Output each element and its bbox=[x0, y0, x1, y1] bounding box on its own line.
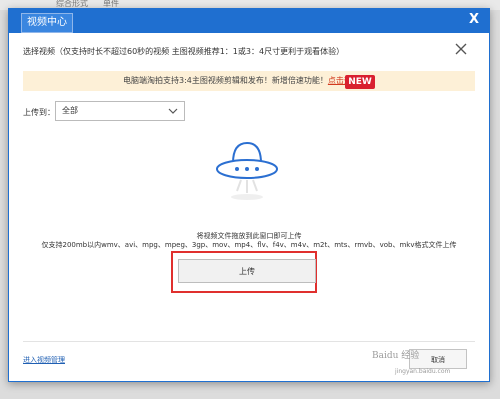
supported-formats-text: 仅支持200mb以内wmv、avi、mpg、mpeg、3gp、mov、mp4、f… bbox=[41, 241, 457, 249]
new-badge: NEW bbox=[345, 75, 375, 89]
close-icon[interactable] bbox=[453, 41, 469, 57]
watermark-brand: Baidu 经验 bbox=[372, 351, 420, 361]
notice-banner: 电脑端淘拍支持3:4主图视频剪辑和发布！新增倍速功能！点击查看 bbox=[23, 71, 475, 91]
upload-to-select[interactable]: 全部 bbox=[55, 101, 185, 121]
upload-button[interactable]: 上传 bbox=[178, 259, 316, 283]
select-video-instruction: 选择视频（仅支持时长不超过60秒的视频 主图视频推荐1：1或3：4尺寸更利于观看… bbox=[23, 47, 345, 56]
upload-to-label: 上传到： bbox=[23, 108, 55, 117]
video-management-link[interactable]: 进入视频管理 bbox=[23, 355, 65, 365]
ufo-upload-icon bbox=[216, 141, 278, 200]
watermark-url: jingyan.baidu.com bbox=[395, 368, 451, 375]
upload-to-selected-value: 全部 bbox=[62, 106, 78, 115]
dialog-titlebar: 视频中心 X bbox=[9, 9, 489, 33]
tab-video-center[interactable]: 视频中心 bbox=[21, 13, 73, 33]
video-center-dialog: 视频中心 X 选择视频（仅支持时长不超过60秒的视频 主图视频推荐1：1或3：4… bbox=[8, 8, 490, 382]
titlebar-close-button[interactable]: X bbox=[465, 11, 483, 29]
chevron-down-icon bbox=[168, 108, 178, 114]
footer-divider bbox=[23, 341, 475, 342]
notice-message: 电脑端淘拍支持3:4主图视频剪辑和发布！新增倍速功能！ bbox=[123, 76, 328, 85]
